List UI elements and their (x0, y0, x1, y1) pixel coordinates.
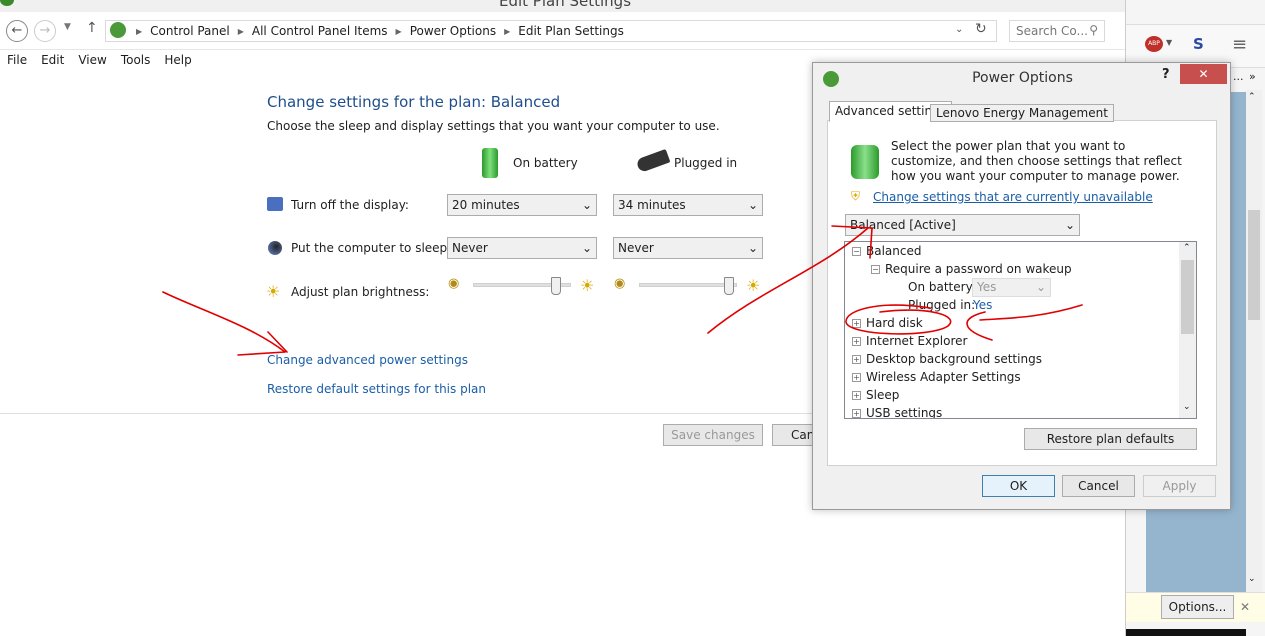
red-annotations (162, 225, 1083, 356)
annotation-arrow-left (162, 291, 288, 356)
annotation-arrow-right (966, 304, 1083, 341)
annotation-circle-hard-disk (845, 304, 952, 335)
